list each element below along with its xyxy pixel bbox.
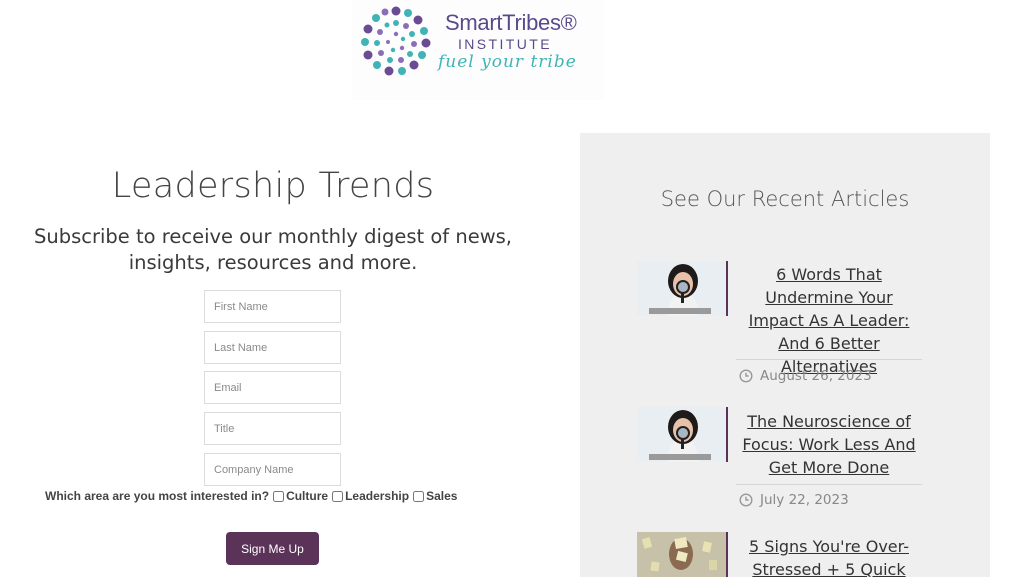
logo-institute: INSTITUTE	[458, 36, 552, 52]
article-date: July 22, 2023	[739, 492, 849, 508]
sales-checkbox[interactable]	[413, 490, 425, 502]
article-divider	[736, 484, 922, 485]
leadership-label: Leadership	[345, 489, 410, 503]
clock-icon	[739, 493, 753, 507]
article-date-text: August 26, 2023	[760, 368, 872, 384]
culture-checkbox[interactable]	[273, 490, 285, 502]
article-date: August 26, 2023	[739, 368, 872, 384]
article-title-link[interactable]: The Neuroscience of Focus: Work Less And…	[736, 410, 922, 479]
email-field[interactable]	[204, 371, 341, 404]
article-date-text: July 22, 2023	[760, 492, 849, 508]
article-title-link[interactable]: 5 Signs You're Over-Stressed + 5 Quick	[736, 535, 922, 577]
logo-tagline: fuel your tribe	[438, 52, 577, 72]
sign-me-up-button[interactable]: Sign Me Up	[226, 532, 319, 565]
interest-question-row: Which area are you most interested in? C…	[45, 489, 457, 503]
last-name-field[interactable]	[204, 331, 341, 364]
woman-magnifier-image	[637, 407, 726, 462]
culture-label: Culture	[286, 489, 329, 503]
logo-spiral-icon	[361, 6, 431, 76]
smarttribes-logo[interactable]: SmartTribes® INSTITUTE fuel your tribe	[352, 0, 604, 100]
stressed-person-image	[637, 532, 726, 577]
first-name-field[interactable]	[204, 290, 341, 323]
page-title: Leadership Trends	[111, 166, 435, 206]
article-thumbnail[interactable]	[637, 532, 728, 577]
recent-articles-heading: See Our Recent Articles	[660, 187, 910, 211]
leadership-checkbox[interactable]	[332, 490, 344, 502]
clock-icon	[739, 369, 753, 383]
article-thumbnail[interactable]	[637, 261, 728, 316]
woman-magnifier-image	[637, 261, 726, 316]
article-divider	[736, 359, 922, 360]
page-subtitle: Subscribe to receive our monthly digest …	[33, 225, 513, 274]
sales-label: Sales	[426, 489, 458, 503]
interest-question-label: Which area are you most interested in?	[45, 489, 270, 503]
company-name-field[interactable]	[204, 453, 341, 486]
article-title-link[interactable]: 6 Words That Undermine Your Impact As A …	[736, 263, 922, 378]
article-thumbnail[interactable]	[637, 407, 728, 462]
logo-name: SmartTribes®	[445, 10, 577, 35]
title-field[interactable]	[204, 412, 341, 445]
